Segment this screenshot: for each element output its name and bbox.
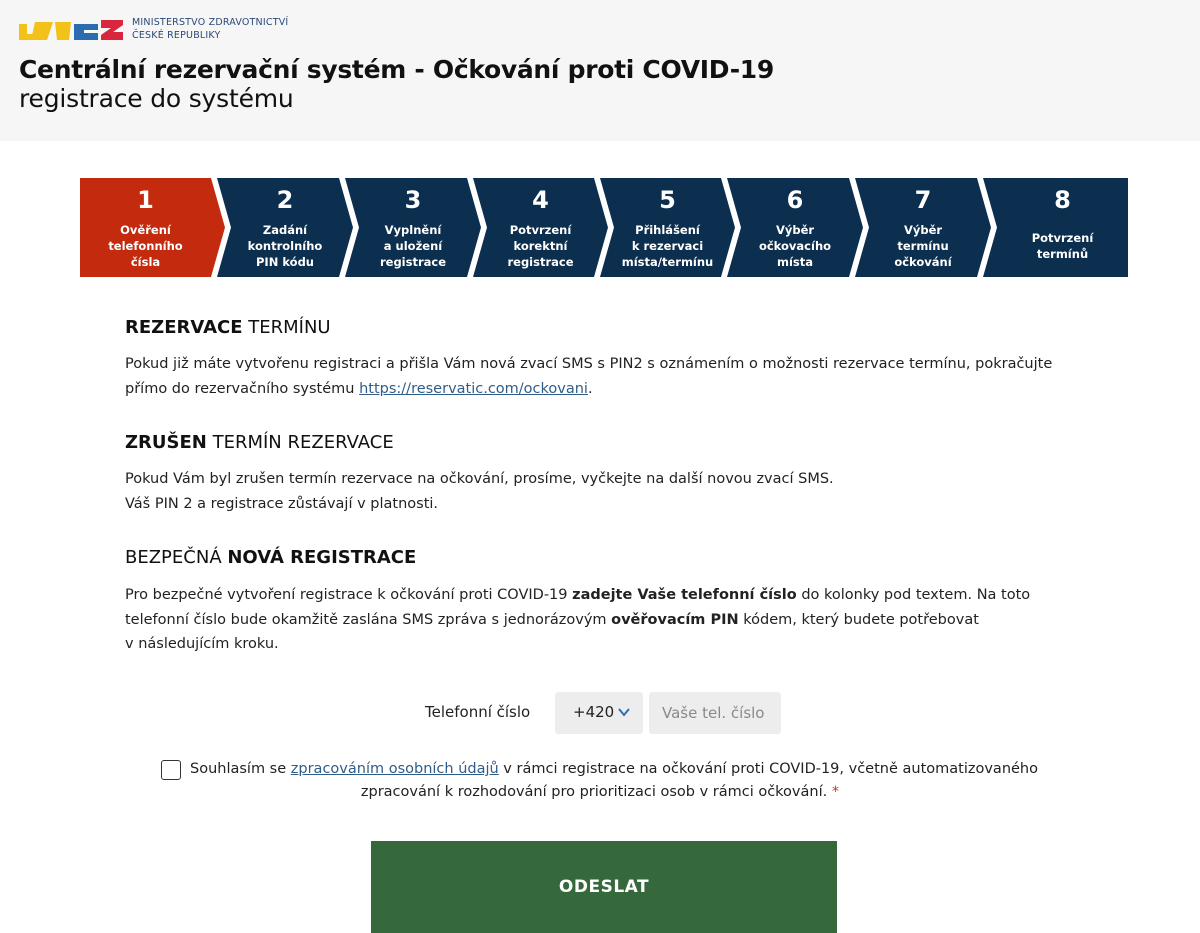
consent-text-line2: zpracování k rozhodování pro prioritizac… <box>360 784 840 800</box>
step-6-label: Výběr očkovacího místa <box>758 223 832 269</box>
reservation-text-line1: Pokud již máte vytvořenu registraci a př… <box>125 356 1053 372</box>
ministry-name-line1: MINISTERSTVO ZDRAVOTNICTVÍ <box>132 17 289 28</box>
section-heading-new-registration: BEZPEČNÁ NOVÁ REGISTRACE <box>125 547 417 568</box>
step-7: 7 Výběr termínu očkování <box>869 178 977 277</box>
cancelled-text-line1: Pokud Vám byl zrušen termín rezervace na… <box>125 471 834 487</box>
step-6: 6 Výběr očkovacího místa <box>741 178 849 277</box>
ministry-name: MINISTERSTVO ZDRAVOTNICTVÍ ČESKÉ REPUBLI… <box>132 16 288 42</box>
consent-checkbox[interactable] <box>161 760 181 780</box>
step-2-number: 2 <box>276 186 294 214</box>
step-4-label: Potvrzení korektní registrace <box>507 223 574 269</box>
page-header: MINISTERSTVO ZDRAVOTNICTVÍ ČESKÉ REPUBLI… <box>0 0 1200 141</box>
step-8: 8 Potvrzení termínů <box>997 178 1128 277</box>
step-5: 5 Přihlášení k rezervaci místa/termínu <box>614 178 721 277</box>
step-3-label: Vyplnění a uložení registrace <box>379 223 447 269</box>
step-3: 3 Vyplnění a uložení registrace <box>359 178 467 277</box>
page-title: Centrální rezervační systém - Očkování p… <box>19 55 774 84</box>
country-prefix-select[interactable]: +420 <box>555 692 643 734</box>
step-1-label: Ověření telefonního čísla <box>108 223 183 269</box>
reservation-text-line2: přímo do rezervačního systému https://re… <box>125 381 593 397</box>
step-4-number: 4 <box>532 186 549 214</box>
step-6-number: 6 <box>786 186 804 214</box>
section-heading-reservation: REZERVACE TERMÍNU <box>125 317 331 338</box>
step-1-number: 1 <box>137 186 154 214</box>
submit-button[interactable]: ODESLAT <box>371 841 837 933</box>
chevron-down-icon <box>618 708 630 717</box>
consent-text-line1: Souhlasím se zpracováním osobních údajů … <box>190 761 1038 777</box>
ministry-name-line2: ČESKÉ REPUBLIKY <box>132 30 221 41</box>
progress-steps: 1 Ověření telefonního čísla 2 Zadání kontrolní… <box>80 178 1128 277</box>
new-registration-text-line3: v následujícím kroku. <box>125 636 279 652</box>
step-8-label: Potvrzení termínů <box>1031 231 1094 261</box>
step-2-label: Zadání kontrolního PIN kódu <box>247 223 323 269</box>
step-2: 2 Zadání kontrolního PIN kódu <box>231 178 339 277</box>
step-7-label: Výběr termínu očkování <box>894 223 952 269</box>
personal-data-link[interactable]: zpracováním osobních údajů <box>291 761 499 777</box>
step-1: 1 Ověření telefonního čísla <box>80 178 211 277</box>
phone-label: Telefonní číslo <box>425 703 531 721</box>
step-4: 4 Potvrzení korektní registrace <box>487 178 594 277</box>
reservatic-link[interactable]: https://reservatic.com/ockovani <box>359 381 588 397</box>
ministry-logo-icon <box>19 20 123 40</box>
cancelled-text-line2: Váš PIN 2 a registrace zůstávají v platn… <box>125 496 439 512</box>
step-3-number: 3 <box>404 186 422 214</box>
new-registration-text-line1: Pro bezpečné vytvoření registrace k očko… <box>125 587 1031 603</box>
section-heading-cancelled: ZRUŠEN TERMÍN REZERVACE <box>125 432 394 453</box>
step-7-number: 7 <box>914 186 932 214</box>
country-prefix-value: +420 <box>573 703 615 721</box>
step-5-number: 5 <box>659 186 676 214</box>
page-subtitle: registrace do systému <box>19 84 294 113</box>
step-8-number: 8 <box>1054 186 1071 214</box>
step-5-label: Přihlášení k rezervaci místa/termínu <box>621 223 714 269</box>
new-registration-text-line2: telefonní číslo bude okamžitě zaslána SM… <box>125 612 979 628</box>
required-mark: * <box>831 784 840 800</box>
phone-number-input[interactable] <box>649 692 781 734</box>
